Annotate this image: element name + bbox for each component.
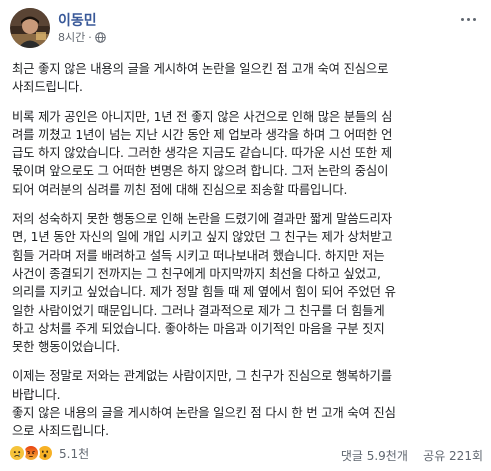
post-header: 이동민 8시간 ·: [8, 8, 483, 48]
engagement-counts: 댓글 5.9천개 공유 221회: [341, 447, 483, 464]
reactions-summary[interactable]: 5.1천: [8, 444, 89, 462]
post-time[interactable]: 8시간: [58, 29, 85, 45]
post-body: 최근 좋지 않은 내용의 글을 게시하여 논란을 일으킨 점 고개 숙여 진심으…: [12, 60, 482, 452]
share-count[interactable]: 공유 221회: [423, 449, 483, 463]
more-options-icon[interactable]: [457, 10, 479, 28]
author-name[interactable]: 이동민: [58, 10, 97, 30]
post-footer: 5.1천 댓글 5.9천개 공유 221회: [8, 444, 483, 466]
reaction-count[interactable]: 5.1천: [59, 445, 89, 462]
post-meta: 8시간 ·: [58, 29, 106, 45]
globe-icon[interactable]: [94, 31, 106, 43]
author-avatar[interactable]: [10, 8, 50, 48]
post-paragraph: 이제는 정말로 저와는 관계없는 사람이지만, 그 친구가 진심으로 행복하기를…: [12, 369, 396, 439]
post-paragraph: 저의 성숙하지 못한 행동으로 인해 논란을 드렸기에 결과만 짧게 말씀드리자…: [12, 212, 396, 355]
meta-separator: ·: [88, 30, 92, 44]
post-paragraph: 최근 좋지 않은 내용의 글을 게시하여 논란을 일으킨 점 고개 숙여 진심으…: [12, 62, 389, 95]
post-paragraph: 비록 제가 공인은 아니지만, 1년 전 좋지 않은 사건으로 인해 많은 분들…: [12, 109, 393, 197]
comment-count[interactable]: 댓글 5.9천개: [341, 449, 408, 463]
post-card: 이동민 8시간 · 최근 좋지 않은 내용의 글을 게시하여 논란을 일으킨 점…: [0, 0, 491, 471]
sad-reaction-icon: [8, 444, 26, 462]
